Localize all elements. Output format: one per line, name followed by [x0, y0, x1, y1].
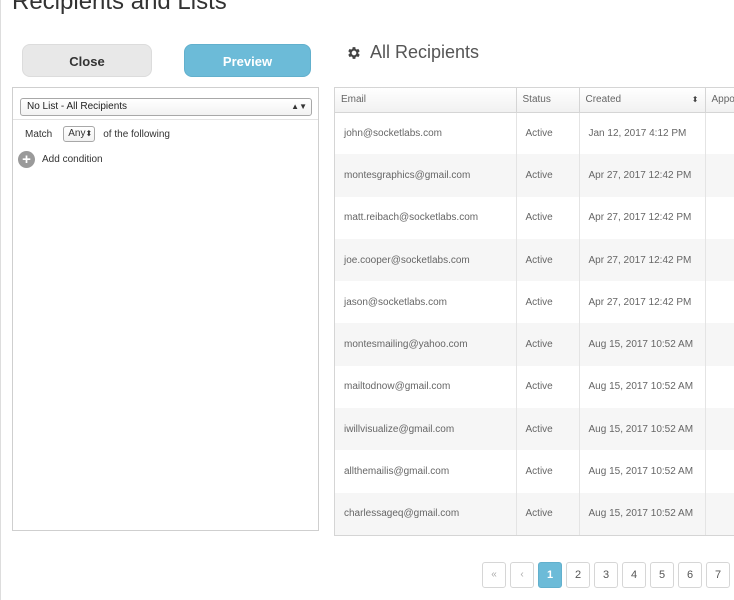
created-cell: Apr 27, 2017 12:42 PM: [579, 154, 706, 197]
appo-cell: [705, 238, 734, 282]
email-cell: allthemailis@gmail.com: [335, 450, 517, 493]
match-suffix: of the following: [103, 128, 170, 140]
select-arrows-icon: ▲▼: [291, 102, 307, 111]
match-select-value: Any: [68, 128, 86, 139]
plus-circle-icon: +: [18, 151, 35, 168]
created-cell: Apr 27, 2017 12:42 PM: [579, 196, 706, 239]
page-button-4[interactable]: 4: [622, 562, 646, 588]
close-button[interactable]: Close: [22, 44, 152, 77]
table-row[interactable]: montesmailing@yahoo.com Active Aug 15, 201…: [335, 323, 734, 366]
email-cell: jason@socketlabs.com: [335, 281, 517, 324]
list-select[interactable]: No List - All Recipients ▲▼: [20, 98, 312, 116]
table-row[interactable]: matt.reibach@socketlabs.com Active Apr 27,…: [335, 196, 734, 239]
modal-title: Recipients and Lists: [12, 0, 227, 15]
status-cell: Active: [516, 238, 580, 282]
email-cell: charlessageq@gmail.com: [335, 492, 517, 535]
created-cell: Apr 27, 2017 12:42 PM: [579, 281, 706, 324]
preview-button[interactable]: Preview: [184, 44, 311, 77]
prev-page-button[interactable]: ‹: [510, 562, 534, 588]
appo-cell: [705, 112, 734, 155]
created-cell: Aug 15, 2017 10:52 AM: [579, 408, 706, 451]
page-button-7[interactable]: 7: [706, 562, 730, 588]
created-cell: Aug 15, 2017 10:52 AM: [579, 365, 706, 409]
appo-cell: [705, 450, 734, 493]
appo-cell: [705, 196, 734, 239]
column-header-created[interactable]: Created ⬍: [579, 88, 706, 113]
email-cell: john@socketlabs.com: [335, 112, 517, 155]
email-cell: montesgraphics@gmail.com: [335, 154, 517, 197]
created-cell: Jan 12, 2017 4:12 PM: [579, 112, 706, 155]
table-row[interactable]: allthemailis@gmail.com Active Aug 15, 2017…: [335, 450, 734, 493]
appo-cell: [705, 281, 734, 324]
match-row: Match Any ⬍ of the following: [25, 126, 170, 142]
recipients-table: Email Status Created ⬍ Appo john@socketl…: [334, 87, 734, 536]
created-cell: Apr 27, 2017 12:42 PM: [579, 238, 706, 282]
table-row[interactable]: mailtodnow@gmail.com Active Aug 15, 2017 1…: [335, 365, 734, 409]
appo-cell: [705, 365, 734, 409]
email-cell: joe.cooper@socketlabs.com: [335, 238, 517, 282]
section-title: All Recipients: [370, 42, 480, 62]
email-cell: matt.reibach@socketlabs.com: [335, 196, 517, 239]
email-cell: mailtodnow@gmail.com: [335, 365, 517, 409]
created-cell: Aug 15, 2017 10:52 AM: [579, 323, 706, 366]
status-cell: Active: [516, 323, 580, 366]
panel-divider: [13, 119, 318, 120]
status-cell: Active: [516, 492, 580, 535]
column-header-appo[interactable]: Appo: [705, 88, 734, 113]
page-button-1[interactable]: 1: [538, 562, 562, 588]
page-button-2[interactable]: 2: [566, 562, 590, 588]
status-cell: Active: [516, 450, 580, 493]
match-label: Match: [25, 128, 53, 140]
table-row[interactable]: jason@socketlabs.com Active Apr 27, 2017 1…: [335, 281, 734, 324]
select-arrows-icon: ⬍: [85, 129, 93, 138]
page-button-5[interactable]: 5: [650, 562, 674, 588]
match-select[interactable]: Any ⬍: [63, 126, 96, 142]
appo-cell: [705, 323, 734, 366]
email-cell: montesmailing@yahoo.com: [335, 323, 517, 366]
pagination: « ‹ 1 2 3 4 5 6 7: [482, 562, 730, 588]
first-page-button[interactable]: «: [482, 562, 506, 588]
table-row[interactable]: montesgraphics@gmail.com Active Apr 27, 20…: [335, 154, 734, 197]
table-row[interactable]: joe.cooper@socketlabs.com Active Apr 27, 2…: [335, 238, 734, 282]
sort-icon[interactable]: ⬍: [692, 95, 699, 104]
add-condition-label: Add condition: [42, 154, 103, 165]
appo-cell: [705, 408, 734, 451]
created-cell: Aug 15, 2017 10:52 AM: [579, 450, 706, 493]
status-cell: Active: [516, 112, 580, 155]
list-select-value: No List - All Recipients: [27, 101, 128, 112]
filter-panel: No List - All Recipients ▲▼ Match Any ⬍ …: [12, 87, 319, 531]
modal-left-edge: [0, 0, 1, 600]
section-header: All Recipients: [346, 42, 479, 63]
gear-icon: [348, 46, 360, 59]
table-row[interactable]: iwillvisualize@gmail.com Active Aug 15, 20…: [335, 408, 734, 451]
status-cell: Active: [516, 281, 580, 324]
status-cell: Active: [516, 365, 580, 409]
page-button-3[interactable]: 3: [594, 562, 618, 588]
table-header-row: Email Status Created ⬍ Appo: [335, 88, 734, 113]
add-condition-button[interactable]: + Add condition: [18, 151, 103, 168]
column-header-status[interactable]: Status: [516, 88, 580, 113]
table-row[interactable]: john@socketlabs.com Active Jan 12, 2017 4:…: [335, 112, 734, 155]
appo-cell: [705, 154, 734, 197]
appo-cell: [705, 492, 734, 535]
created-cell: Aug 15, 2017 10:52 AM: [579, 492, 706, 535]
table-row[interactable]: charlessageq@gmail.com Active Aug 15, 2017…: [335, 492, 734, 535]
column-header-created-label: Created: [585, 94, 622, 106]
status-cell: Active: [516, 196, 580, 239]
status-cell: Active: [516, 154, 580, 197]
status-cell: Active: [516, 408, 580, 451]
page-button-6[interactable]: 6: [678, 562, 702, 588]
column-header-email[interactable]: Email: [335, 88, 517, 113]
email-cell: iwillvisualize@gmail.com: [335, 408, 517, 451]
